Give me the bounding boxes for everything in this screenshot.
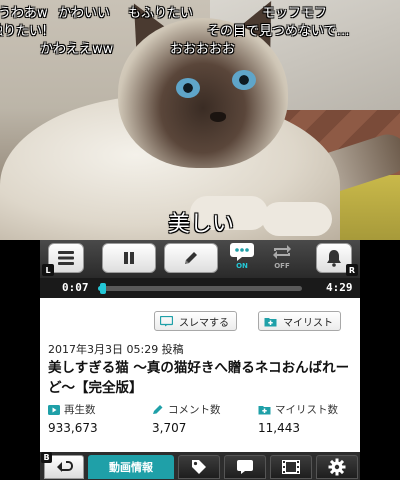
speech-bubble-icon bbox=[230, 243, 254, 261]
video-info-panel: スレマする マイリスト 2017年3月3日 05:29 投稿 美しすぎる猫 ～真… bbox=[40, 298, 360, 452]
b-button-hint: B bbox=[41, 452, 52, 463]
comment-toggle-state: ON bbox=[236, 262, 248, 270]
views-stat: 再生数 933,673 bbox=[48, 402, 98, 435]
mylist-label: マイリスト bbox=[283, 317, 333, 329]
mylist-stat: マイリスト数 11,443 bbox=[258, 402, 338, 435]
shoulder-l-hint: L bbox=[42, 264, 54, 276]
comment: うわあw bbox=[0, 6, 48, 21]
menu-icon bbox=[58, 251, 74, 265]
slema-label: スレマする bbox=[179, 317, 229, 329]
comments-count: 3,707 bbox=[152, 421, 187, 435]
repeat-toggle[interactable]: OFF bbox=[266, 242, 298, 276]
current-time: 0:07 bbox=[62, 281, 89, 294]
tab-comments[interactable] bbox=[224, 455, 266, 479]
pencil-icon bbox=[185, 252, 197, 264]
bell-icon bbox=[327, 250, 341, 267]
pause-icon bbox=[124, 252, 134, 264]
video-title: 美しすぎる猫 ～真の猫好きへ贈るネコおんばれーど～【完全版】 bbox=[48, 360, 350, 396]
comments-stat: コメント数 3,707 bbox=[152, 402, 221, 435]
cat-paw bbox=[262, 202, 332, 236]
comment-icon bbox=[237, 460, 253, 474]
shoulder-r-hint: R bbox=[346, 264, 358, 276]
pen-icon bbox=[153, 405, 163, 414]
comment-visibility-toggle[interactable]: ON bbox=[226, 242, 258, 276]
repeat-icon bbox=[273, 245, 291, 259]
tab-tags[interactable] bbox=[178, 455, 220, 479]
cat-eye-right bbox=[232, 70, 256, 90]
tab-settings[interactable] bbox=[316, 455, 358, 479]
tab-video-info-label: 動画情報 bbox=[109, 461, 153, 474]
folder-plus-icon bbox=[258, 406, 271, 415]
slema-icon bbox=[159, 315, 174, 327]
tab-bar: B 動画情報 bbox=[40, 452, 360, 480]
gear-icon bbox=[328, 458, 346, 476]
total-time: 4:29 bbox=[326, 281, 353, 294]
comment: もふりたい bbox=[128, 6, 194, 21]
mylist-count: 11,443 bbox=[258, 421, 300, 435]
slema-button[interactable]: スレマする bbox=[154, 311, 237, 331]
comments-label: コメント数 bbox=[168, 404, 221, 416]
comment: かわいい bbox=[58, 6, 111, 21]
comment: かわええww bbox=[40, 42, 114, 57]
mylist-button[interactable]: マイリスト bbox=[258, 311, 341, 331]
player-controls: L ON OFF R bbox=[40, 240, 360, 278]
play-icon bbox=[48, 404, 60, 415]
cat-eye-left bbox=[176, 78, 200, 98]
tab-related-videos[interactable] bbox=[270, 455, 312, 479]
back-arrow-icon bbox=[57, 461, 73, 472]
comment-post-button[interactable] bbox=[164, 243, 218, 273]
views-label: 再生数 bbox=[64, 404, 96, 416]
video-player[interactable]: うわあw かわいい もふりたい モッフモフ 触りたい! その目で見つめないで… … bbox=[0, 0, 400, 240]
mylist-count-label: マイリスト数 bbox=[275, 404, 338, 416]
comment: モッフモフ bbox=[262, 6, 328, 21]
tag-icon bbox=[192, 460, 206, 474]
comment: 触りたい! bbox=[0, 24, 48, 39]
mylist-add-icon bbox=[264, 316, 277, 327]
cat-nose bbox=[210, 112, 226, 122]
posted-date: 2017年3月3日 05:29 投稿 bbox=[48, 343, 184, 356]
bottom-screen: L ON OFF R 0:07 4:29 スレマする マイリスト 2017年3月… bbox=[40, 240, 360, 480]
views-count: 933,673 bbox=[48, 421, 98, 435]
tab-video-info[interactable]: 動画情報 bbox=[88, 455, 174, 479]
repeat-toggle-state: OFF bbox=[274, 262, 290, 270]
comment: その目で見つめないで… bbox=[207, 24, 350, 39]
pause-button[interactable] bbox=[102, 243, 156, 273]
comment: おおおおお bbox=[170, 42, 236, 57]
film-icon bbox=[282, 460, 300, 474]
comment: 美しい bbox=[168, 212, 235, 237]
seek-track[interactable] bbox=[98, 283, 302, 294]
seek-bar: 0:07 4:29 bbox=[40, 278, 360, 298]
seek-handle[interactable] bbox=[100, 283, 107, 294]
